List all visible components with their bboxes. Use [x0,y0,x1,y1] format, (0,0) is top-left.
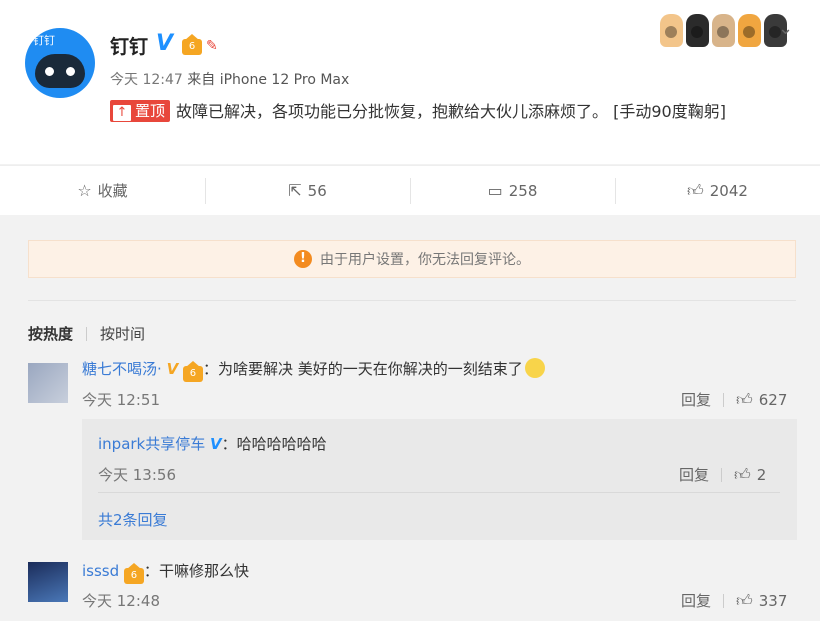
comment-header: 糖七不喝汤· V 6 ：为啥要解决 美好的一天在你解决的一刻结束了 [82,358,545,382]
comment-actions: 回复 👍︎ 337 [681,590,787,611]
paw-icon [660,14,683,47]
notice-text: 由于用户设置，你无法回复评论。 [320,252,530,268]
paw-icon [686,14,709,47]
smile-emoji-icon [524,358,545,378]
reply-restricted-notice: ! 由于用户设置，你无法回复评论。 [28,240,796,278]
post-content: ↑ 置顶 故障已解决，各项功能已分批恢复，抱歉给大伙儿添麻烦了。 [手动90度鞠躬] [110,97,800,126]
avatar-eye-right [62,63,79,80]
reply-thread: inpark共享停车 V：哈哈哈哈哈哈 今天 13:56 回复 👍︎ 2 共2条回… [82,419,797,540]
dingtalk-logo-text: 钉钉 [33,34,55,47]
reply-button[interactable]: 回复 [681,389,711,410]
comment-time: 今天 12:51 [82,391,160,409]
vip-crown-icon: 6 [123,563,144,584]
comment-like-button[interactable]: 👍︎ 337 [736,591,787,611]
thumbs-up-icon: 👍︎ [736,389,753,409]
repost-button[interactable]: ⇱ 56 [205,166,410,215]
comment-text: 干嘛修那么快 [158,562,249,580]
thumbs-up-icon: 👍︎ [734,464,751,484]
reply-header: inpark共享停车 V：哈哈哈哈哈哈 [98,435,327,453]
post-card: 钉钉 钉钉 V 6 ✎ 今天 12:47 来自 iPhone 12 Pro Ma… [0,0,820,164]
chevron-down-icon[interactable]: ⌄ [778,18,793,39]
tab-sort-time[interactable]: 按时间 [100,323,145,344]
comment-like-button[interactable]: 👍︎ 627 [736,390,787,410]
reply-text: 哈哈哈哈哈哈 [236,435,327,453]
verified-v-icon: V [156,31,174,56]
separator [723,593,725,608]
pin-label: 置顶 [135,102,166,120]
vip-crown-icon: 6 [182,34,202,55]
author-name[interactable]: 钉钉 [110,32,148,59]
more-replies-link[interactable]: 共2条回复 [98,509,168,530]
separator [723,392,725,407]
thumbs-up-icon: 👍︎ [736,590,753,610]
repost-icon: ⇱ [288,181,302,200]
star-icon: ☆ [77,181,92,200]
post-meta: 今天 12:47 来自 iPhone 12 Pro Max [110,69,349,89]
tag-icon: ✎ [206,38,218,54]
tab-sort-hot[interactable]: 按热度 [28,323,73,344]
comment-username[interactable]: isssd [82,562,119,580]
paw-icons [660,14,787,47]
like-count: 2042 [709,181,748,200]
divider [28,300,796,301]
comment-actions: 回复 👍︎ 627 [681,389,787,410]
avatar-eye-left [41,63,58,80]
reply-like-button[interactable]: 👍︎ 2 [734,465,766,485]
pin-arrow-icon: ↑ [113,105,131,121]
comments-panel: ! 由于用户设置，你无法回复评论。 按热度 按时间 糖七不喝汤· V 6 ：为啥要… [0,216,820,621]
comment-time: 今天 12:48 [82,592,160,610]
reply-time: 今天 13:56 [98,466,176,484]
post-actions-bar: ☆ 收藏 ⇱ 56 ▭ 258 👍︎ 2042 [0,165,820,215]
reply-button[interactable]: 回复 [681,590,711,611]
like-button[interactable]: 👍︎ 2042 [615,166,820,215]
comment-like-count: 337 [758,591,788,610]
vip-crown-icon: 6 [182,361,203,382]
favorite-button[interactable]: ☆ 收藏 [0,166,205,215]
separator [721,467,723,482]
paw-icon [738,14,761,47]
comment-like-count: 627 [758,390,788,409]
post-time: 今天 12:47 [110,72,183,88]
paw-icon [712,14,735,47]
comment-avatar[interactable] [28,562,68,602]
warning-icon: ! [294,250,312,268]
verified-v-icon: V [210,435,222,453]
comment-header: isssd 6 ：干嘛修那么快 [82,560,249,584]
pin-badge: ↑ 置顶 [110,100,171,122]
reply-username[interactable]: inpark共享停车 [98,435,205,453]
reply-button[interactable]: 回复 [679,464,709,485]
sort-tabs: 按热度 按时间 [28,323,145,344]
comment-text: 为啥要解决 美好的一天在你解决的一刻结束了 [217,360,523,378]
comment-username[interactable]: 糖七不喝汤· [82,360,162,378]
favorite-label: 收藏 [97,182,128,200]
avatar-face [35,54,85,88]
sort-separator [86,326,88,341]
reply-like-count: 2 [756,465,767,484]
divider [98,492,780,493]
thumbs-up-icon: 👍︎ [687,180,704,200]
post-text: 故障已解决，各项功能已分批恢复，抱歉给大伙儿添麻烦了。 [手动90度鞠躬] [176,102,726,121]
comment-button[interactable]: ▭ 258 [410,166,615,215]
repost-count: 56 [307,181,327,200]
comment-avatar[interactable] [28,363,68,403]
post-source: 来自 iPhone 12 Pro Max [187,72,350,88]
comment-icon: ▭ [487,181,503,200]
reply-actions: 回复 👍︎ 2 [679,464,766,485]
author-avatar[interactable]: 钉钉 [25,28,95,98]
comment-count: 258 [508,181,538,200]
verified-v-icon: V [166,360,179,378]
